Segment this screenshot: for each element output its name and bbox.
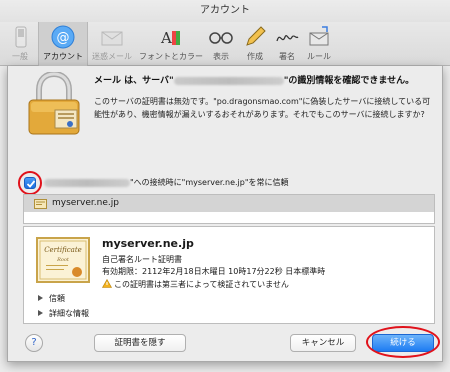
svg-text:A: A [160, 29, 172, 47]
lock-icon [28, 72, 80, 135]
at-icon: @ [51, 25, 75, 49]
details-disclosure-label: 詳細な情報 [49, 309, 89, 318]
toolbar-label-general: 一般 [12, 52, 28, 61]
trust-disclosure[interactable]: 信頼 [38, 293, 65, 304]
certificate-type: 自己署名ルート証明書 [102, 255, 182, 264]
toolbar-label-composing: 作成 [247, 52, 263, 61]
toolbar-item-junk[interactable]: 迷惑メール [90, 22, 134, 66]
svg-text:@: @ [57, 31, 70, 46]
rules-icon [309, 26, 329, 46]
switch-icon [15, 26, 27, 48]
signature-icon [276, 35, 299, 42]
certificate-list-label: myserver.ne.jp [52, 198, 119, 208]
pencil-icon [246, 26, 266, 46]
glasses-icon [209, 32, 233, 44]
redacted-server-name [173, 76, 284, 85]
dialog-title-prefix: メール は、サーバ" [94, 76, 174, 86]
trust-disclosure-label: 信頼 [49, 294, 65, 303]
certificate-warning-text: この証明書は第三者によって検証されていません [114, 280, 289, 289]
certificate-details: Certificate Root myserver.ne.jp 自己署名ルート証… [23, 226, 435, 324]
certificate-list: myserver.ne.jp [23, 194, 435, 224]
toolbar-item-signatures[interactable]: 署名 [272, 22, 302, 66]
always-trust-row: "への接続時に"myserver.ne.jp"を常に信頼 [18, 171, 434, 195]
junk-mail-icon [101, 31, 123, 46]
highlight-circle-continue [366, 326, 440, 358]
certificate-warning: この証明書は第三者によって検証されていません [102, 279, 289, 290]
dialog-message: このサーバの証明書は無効です。"po.dragonsmao.com"に偽装したサ… [94, 97, 431, 119]
always-trust-label: "への接続時に"myserver.ne.jp"を常に信頼 [44, 176, 289, 190]
toolbar-item-viewing[interactable]: 表示 [206, 22, 236, 66]
always-trust-text: "への接続時に"myserver.ne.jp"を常に信頼 [130, 178, 289, 187]
fonts-colors-icon: A [160, 29, 180, 47]
disclosure-triangle-icon [38, 295, 43, 301]
warning-icon [102, 279, 112, 288]
toolbar-label-accounts: アカウント [43, 52, 83, 61]
toolbar-item-accounts[interactable]: @ アカウント [38, 22, 88, 66]
disclosure-triangle-icon [38, 310, 43, 316]
certificate-dialog: メール は、サーバ" "の識別情報を確認できません。 このサーバの証明書は無効です… [7, 66, 443, 362]
window-title: アカウント [0, 0, 450, 22]
hide-certificate-button[interactable]: 証明書を隠す [94, 334, 186, 352]
certificate-icon [34, 199, 47, 209]
toolbar-label-junk: 迷惑メール [92, 52, 132, 61]
toolbar-label-viewing: 表示 [213, 52, 229, 61]
certificate-image-subtitle: Root [56, 257, 70, 263]
certificate-image-title: Certificate [44, 246, 82, 254]
toolbar-label-signatures: 署名 [279, 52, 295, 61]
toolbar-label-fonts-colors: フォントとカラー [139, 52, 203, 61]
toolbar-label-rules: ルール [307, 52, 331, 61]
toolbar-item-general[interactable]: 一般 [8, 22, 32, 66]
help-button[interactable]: ? [25, 334, 43, 352]
details-disclosure[interactable]: 詳細な情報 [38, 308, 89, 319]
highlight-circle-checkbox [18, 171, 42, 195]
cancel-button[interactable]: キャンセル [290, 334, 356, 352]
certificate-name: myserver.ne.jp [102, 237, 194, 250]
redacted-host [44, 178, 130, 187]
toolbar-item-composing[interactable]: 作成 [240, 22, 270, 66]
dialog-title-suffix: "の識別情報を確認できません。 [283, 76, 415, 86]
dialog-title: メール は、サーバ" "の識別情報を確認できません。 [94, 75, 434, 88]
toolbar-item-fonts-colors[interactable]: A フォントとカラー [136, 22, 206, 66]
preferences-toolbar: 一般 @ アカウント 迷惑メール A フォントとカラー 表示 作成 署名 ルール [0, 22, 450, 66]
certificate-image-icon: Certificate Root [36, 237, 90, 283]
certificate-expiry: 有効期限：2112年2月18日木曜日 10時17分22秒 日本標準時 [102, 267, 326, 276]
certificate-list-item[interactable]: myserver.ne.jp [24, 195, 434, 212]
toolbar-item-rules[interactable]: ルール [304, 22, 334, 66]
